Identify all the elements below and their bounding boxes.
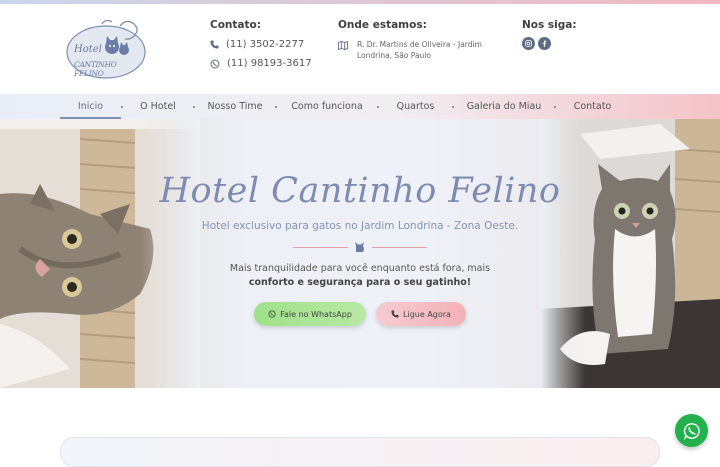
nav-item-o-hotel[interactable]: O Hotel [123,94,193,119]
social-title: Nos siga: [522,19,577,31]
instagram-button[interactable] [522,37,535,50]
nav-item-como-funciona[interactable]: Como funciona [277,94,377,119]
whatsapp-number: (11) 98193-3617 [227,58,312,69]
whatsapp-icon [683,422,700,440]
contact-block: Contato: (11) 3502-2277 (11) 98193-3617 [210,19,312,69]
facebook-icon [542,40,547,47]
contact-title: Contato: [210,19,261,31]
instagram-icon [525,40,532,47]
cat-icon [355,242,364,252]
nav-item-quartos[interactable]: Quartos [379,94,452,119]
hero-description: Mais tranquilidade para você enquanto es… [0,262,720,290]
map-icon [338,41,348,50]
main-nav: Inicio O Hotel Nosso Time Como funciona … [0,94,720,119]
logo[interactable]: Hotel CANTINHO FELINO [64,16,148,80]
whatsapp-link[interactable]: (11) 98193-3617 [210,58,312,69]
social-block: Nos siga: [522,19,577,50]
whatsapp-icon [268,310,276,318]
hero-title: Hotel Cantinho Felino [159,171,561,211]
address-link[interactable]: R. Dr. Martins de Oliveira - Jardim Lond… [338,39,497,61]
call-cta-button[interactable]: Ligue Agora [376,302,466,326]
nav-item-galeria-do-miau[interactable]: Galeria do Miau [454,94,554,119]
nav-item-nosso-time[interactable]: Nosso Time [195,94,275,119]
phone-icon [210,40,219,49]
address-block: Onde estamos: R. Dr. Martins de Oliveira… [338,19,497,61]
cat-photo-right [540,119,720,388]
whatsapp-cta-button[interactable]: Fale no WhatsApp [254,302,366,326]
top-accent-line [0,0,720,4]
whatsapp-icon [210,59,220,68]
logo-text-hotel: Hotel [74,44,102,55]
phone-number: (11) 3502-2277 [226,39,305,50]
hero-text-bold: conforto e segurança para o seu gatinho! [248,277,472,288]
cat-photo-left [0,119,200,388]
nav-item-contato[interactable]: Contato [556,94,629,119]
floating-whatsapp-button[interactable] [675,414,708,447]
logo-text-name: CANTINHO FELINO [74,60,117,78]
info-card [60,437,660,467]
phone-icon [391,310,399,318]
facebook-button[interactable] [538,37,551,50]
phone-link[interactable]: (11) 3502-2277 [210,39,312,50]
nav-item-inicio[interactable]: Inicio [60,94,121,119]
address-text: R. Dr. Martins de Oliveira - Jardim Lond… [357,40,482,60]
address-title: Onde estamos: [338,19,427,31]
hero-subtitle: Hotel exclusivo para gatos no Jardim Lon… [201,220,519,232]
whatsapp-cta-label: Fale no WhatsApp [280,309,352,319]
hero-divider [293,241,427,253]
hero-text-part1: Mais tranquilidade para você enquanto es… [229,263,491,274]
hero-section: Hotel Cantinho Felino Hotel exclusivo pa… [0,119,720,388]
call-cta-label: Ligue Agora [403,309,451,319]
